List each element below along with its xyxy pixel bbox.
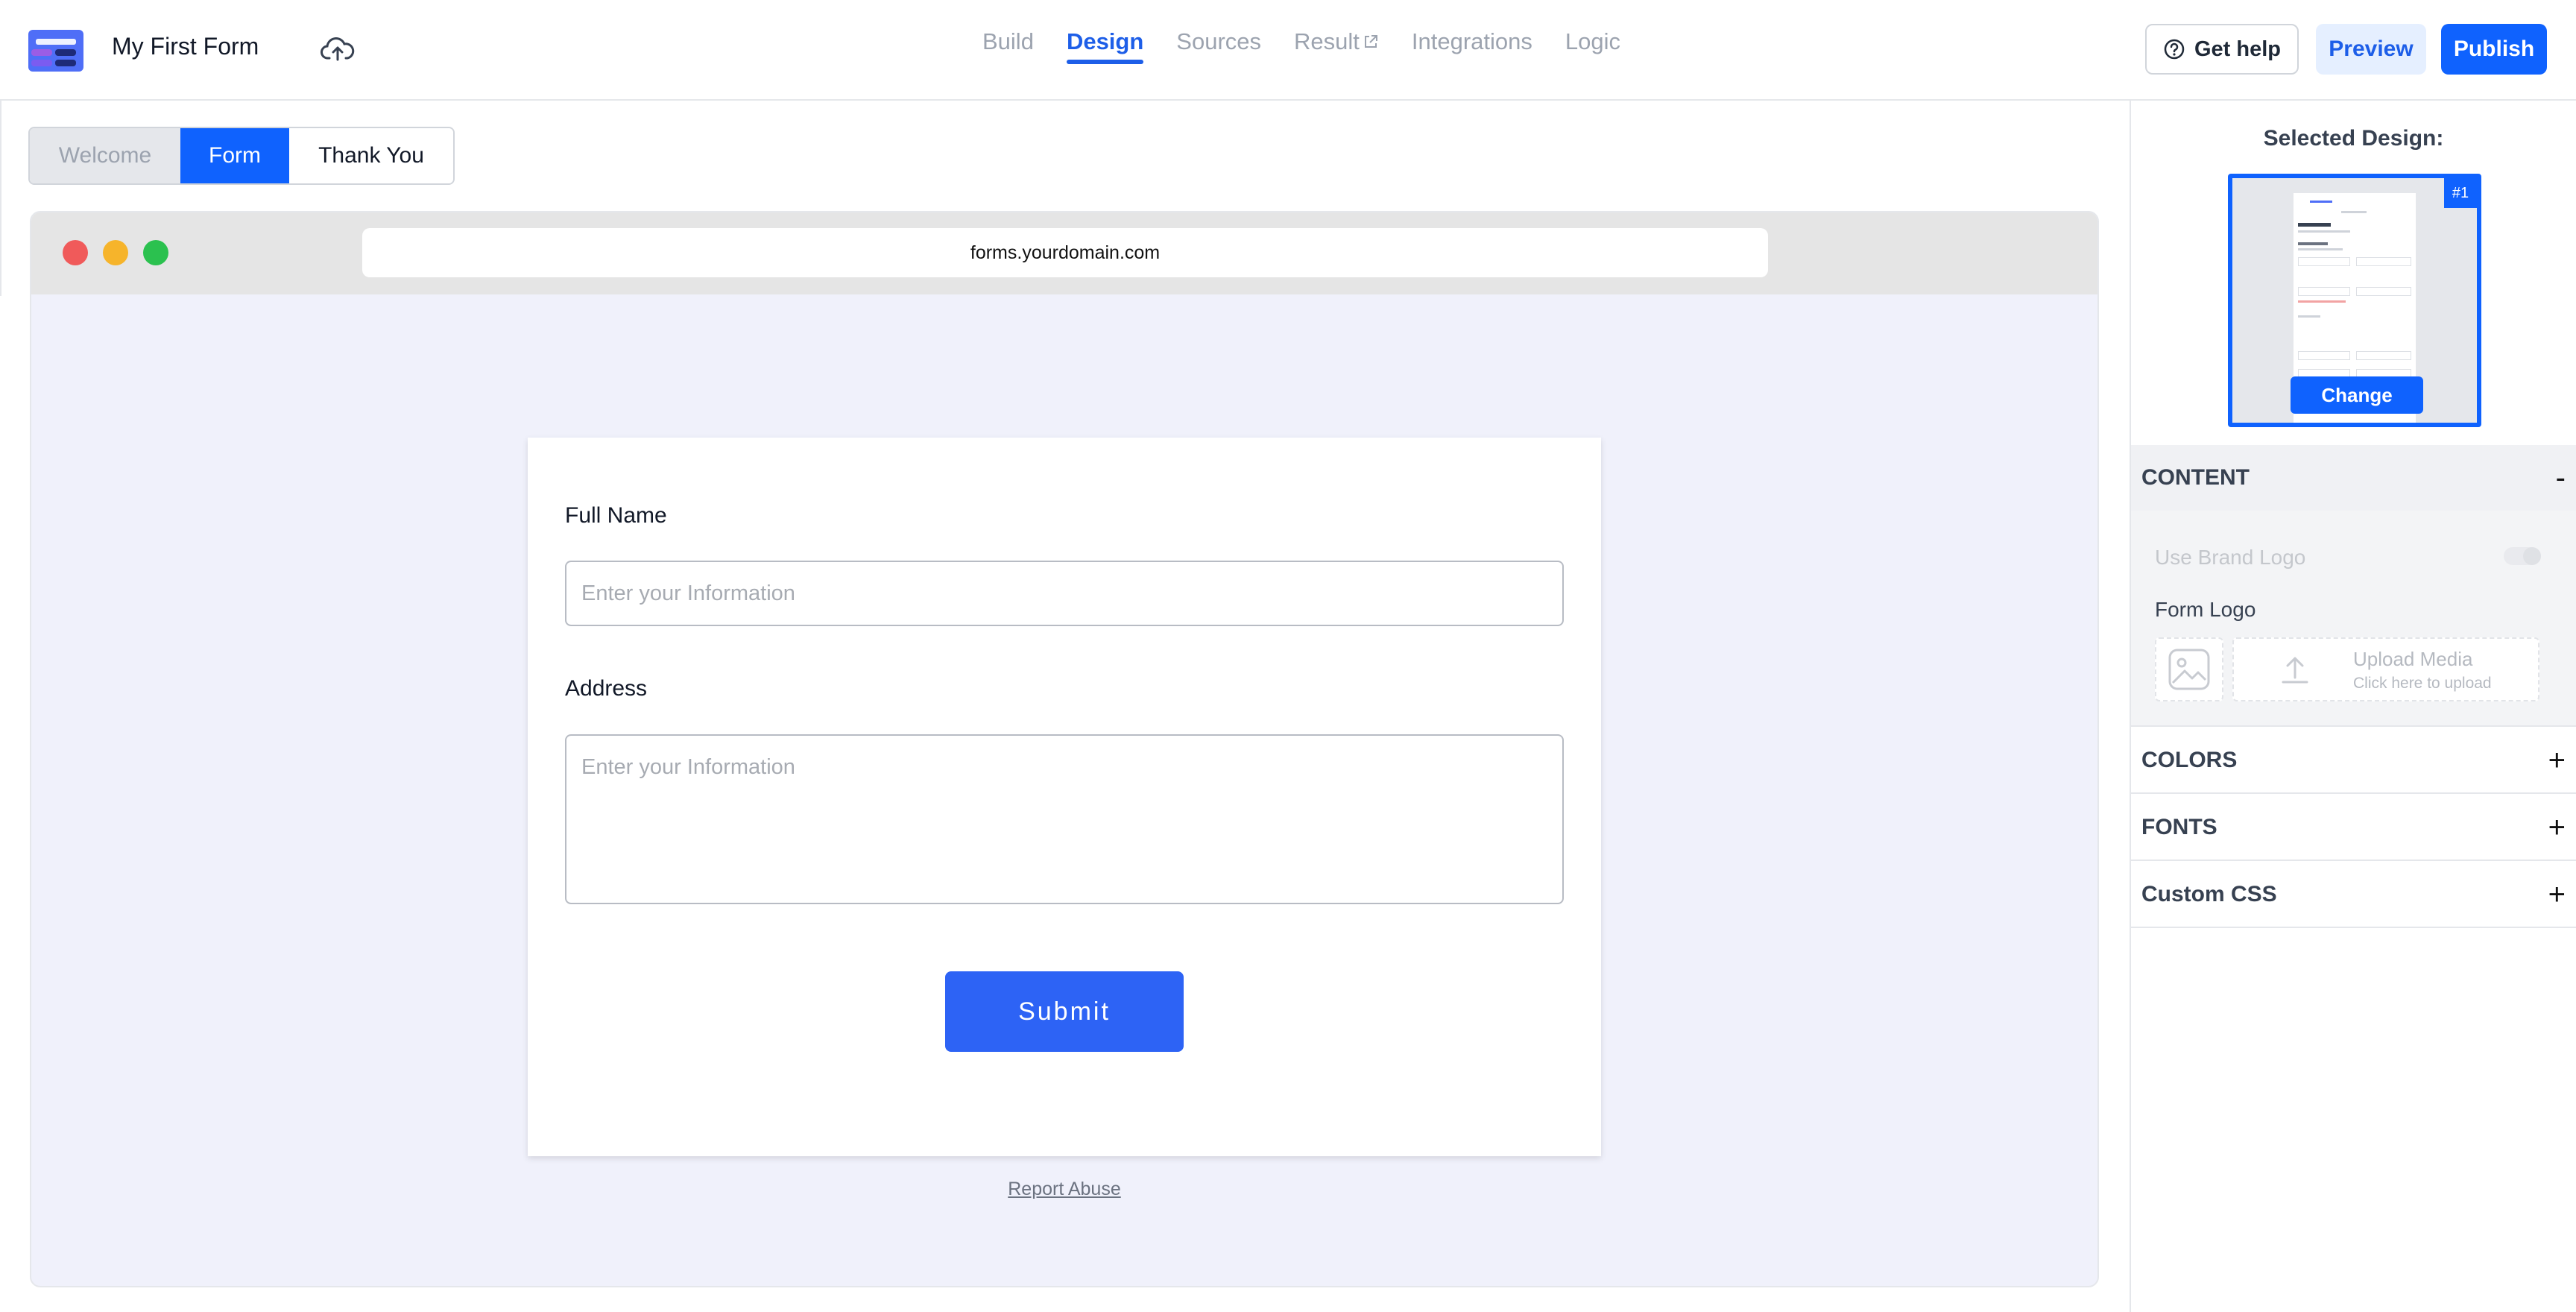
toggle-knob	[2523, 547, 2541, 565]
tab-welcome[interactable]: Welcome	[30, 128, 180, 183]
use-brand-logo-label: Use Brand Logo	[2155, 546, 2306, 569]
nav-integrations[interactable]: Integrations	[1412, 28, 1532, 64]
selected-design-title: Selected Design:	[2263, 126, 2444, 151]
help-circle-icon	[2164, 39, 2185, 60]
use-brand-logo-toggle[interactable]	[2504, 547, 2541, 565]
content-section-body: Use Brand Logo Form Logo Upload Media Cl…	[2131, 511, 2576, 727]
colors-section-title: COLORS	[2141, 748, 2238, 772]
full-name-input[interactable]	[565, 561, 1564, 626]
design-number-badge: #1	[2444, 178, 2477, 208]
tab-thank-you[interactable]: Thank You	[289, 128, 453, 183]
collapse-icon[interactable]: -	[2556, 461, 2566, 495]
content-section-header[interactable]: CONTENT -	[2131, 445, 2576, 511]
upload-icon	[2282, 657, 2308, 684]
logo-preview[interactable]	[2155, 637, 2223, 701]
window-maximize-dot	[143, 240, 168, 265]
custom-css-section-header[interactable]: Custom CSS +	[2131, 862, 2576, 928]
address-label: Address	[565, 676, 648, 701]
cloud-upload-icon[interactable]	[321, 34, 355, 64]
divider	[0, 101, 1, 296]
main-nav: Build Design Sources Result Integrations…	[982, 28, 1620, 64]
window-minimize-dot	[103, 240, 128, 265]
form-logo-label: Form Logo	[2155, 598, 2256, 621]
colors-section-header[interactable]: COLORS +	[2131, 728, 2576, 794]
form-title[interactable]: My First Form	[112, 33, 259, 60]
workspace: Welcome Form Thank You forms.yourdomain.…	[0, 101, 2130, 1312]
page-tabs: Welcome Form Thank You	[28, 127, 455, 185]
change-design-button[interactable]: Change	[2291, 376, 2423, 414]
submit-button[interactable]: Submit	[945, 971, 1184, 1052]
form-card: Full Name Address Submit	[528, 438, 1601, 1156]
upload-media-subtitle: Click here to upload	[2353, 675, 2492, 692]
nav-logic[interactable]: Logic	[1565, 28, 1620, 64]
fonts-section-header[interactable]: FONTS +	[2131, 795, 2576, 861]
upload-media-dropzone[interactable]: Upload Media Click here to upload	[2232, 637, 2539, 701]
image-placeholder-icon	[2168, 649, 2210, 690]
get-help-label: Get help	[2194, 37, 2281, 61]
upload-media-title: Upload Media	[2353, 648, 2473, 670]
preview-button[interactable]: Preview	[2316, 24, 2426, 75]
address-textarea[interactable]	[565, 734, 1564, 904]
expand-icon[interactable]: +	[2548, 811, 2566, 845]
content-section-title: CONTENT	[2141, 465, 2250, 490]
top-bar: My First Form Build Design Sources Resul…	[0, 0, 2576, 101]
design-thumbnail[interactable]: #1 Change	[2228, 174, 2481, 427]
expand-icon[interactable]: +	[2548, 744, 2566, 778]
browser-preview: forms.yourdomain.com Full Name Address S…	[30, 211, 2099, 1287]
nav-sources[interactable]: Sources	[1176, 28, 1261, 64]
window-close-dot	[63, 240, 88, 265]
custom-css-section-title: Custom CSS	[2141, 882, 2277, 906]
report-abuse-link[interactable]: Report Abuse	[31, 1179, 2097, 1200]
nav-result[interactable]: Result	[1294, 28, 1379, 64]
fonts-section-title: FONTS	[2141, 815, 2217, 839]
publish-button[interactable]: Publish	[2441, 24, 2547, 75]
nav-build[interactable]: Build	[982, 28, 1034, 64]
nav-design[interactable]: Design	[1066, 28, 1144, 64]
browser-chrome: forms.yourdomain.com	[31, 212, 2097, 294]
external-link-icon	[1364, 35, 1377, 48]
tab-form[interactable]: Form	[180, 128, 289, 183]
app-logo-icon[interactable]	[28, 30, 83, 72]
expand-icon[interactable]: +	[2548, 878, 2566, 912]
get-help-button[interactable]: Get help	[2145, 24, 2299, 75]
design-panel: Selected Design: #1 Change CONTENT - Use	[2130, 101, 2576, 1312]
full-name-label: Full Name	[565, 503, 667, 528]
url-bar: forms.yourdomain.com	[362, 228, 1768, 277]
